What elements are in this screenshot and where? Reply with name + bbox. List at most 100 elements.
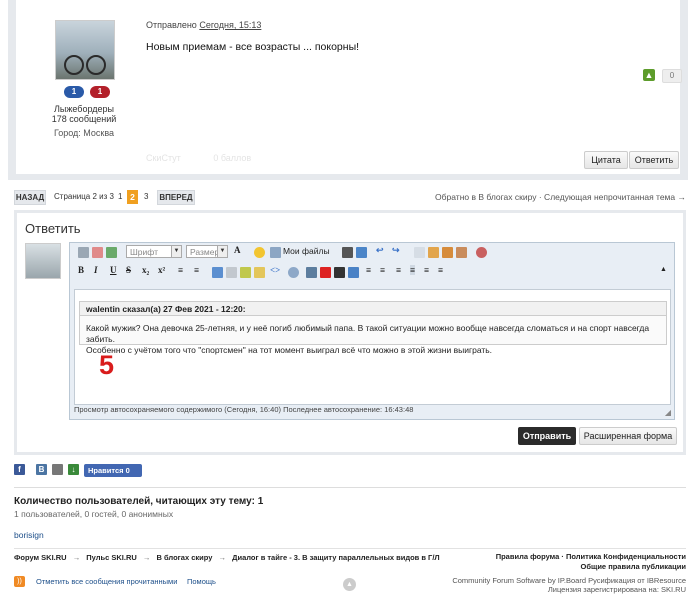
font-select[interactable]: Шрифт ▼ [126,245,182,258]
align-left-icon[interactable]: ≡ [396,265,401,275]
redo-icon[interactable]: ↪ [392,245,400,256]
chevron-down-icon: ▼ [217,246,227,257]
align-center-icon[interactable]: ≡ [410,265,416,275]
copyright: Community Forum Software by IP.Board Рус… [452,576,686,594]
author-avatar[interactable] [55,20,115,80]
facebook-like-button[interactable]: Нравится 0 [84,464,142,477]
editor-content[interactable]: walentin сказал(а) 27 Фев 2021 - 12:20: … [74,289,671,405]
toolbar-row-1: Шрифт ▼ Размер ▼ A Мои файлы ↩ ↪ [74,243,670,261]
source-icon[interactable] [78,247,89,258]
post-body: Новым приемам - все возрасты ... покорны… [146,41,360,53]
help-link[interactable]: Помощь [187,577,216,586]
email-icon[interactable] [254,267,265,278]
reply-box: Ответить Шрифт▼ Размер▼ A Мои файлы ↩ [17,213,683,452]
copy-icon[interactable] [428,247,439,258]
code-icon[interactable]: <> [270,265,280,275]
vote-up-icon[interactable]: ▲ [643,69,655,81]
toolbar-row-2: B I U S x₂ x² ≡ ≡ <> ≡ ≡ ≡ ≡ ≡ ≡ ▲ [74,263,670,281]
files-icon[interactable] [270,247,281,258]
superscript-icon[interactable]: x² [158,265,165,275]
legal-links: Правила форума · Политика Конфиденциальн… [495,552,686,571]
breadcrumb-pulse[interactable]: Пульс SKI.RU [86,553,137,562]
prev-page-button[interactable]: НАЗАД [14,190,46,205]
paste-icon[interactable] [106,247,117,258]
emoticon-icon[interactable] [254,247,265,258]
quote-icon[interactable] [288,267,299,278]
outdent-icon[interactable]: ≡ [380,265,385,275]
paste-text-icon[interactable] [442,247,453,258]
tag-icon[interactable] [356,247,367,258]
post-date-link[interactable]: Сегодня, 15:13 [199,20,261,30]
viewer-link[interactable]: borisign [14,530,44,540]
vk-icon[interactable]: B [36,464,47,475]
facebook-icon[interactable]: f [14,464,25,475]
bicycle-wheel-icon [86,55,106,75]
collapse-toolbar-icon[interactable]: ▲ [660,265,667,273]
bold-icon[interactable]: B [78,265,84,275]
breadcrumb-forum[interactable]: Форум SKI.RU [14,553,67,562]
autosave-status[interactable]: Просмотр автосохраняемого содержимого (С… [74,405,413,414]
bullet-list-icon[interactable]: ≡ [194,265,199,275]
page-info: Страница 2 из 3 [54,192,114,201]
resize-handle-icon[interactable]: ◢ [665,408,671,417]
spoiler-icon[interactable] [342,247,353,258]
reply-button[interactable]: Ответить [629,151,679,169]
post: 1 1 Лыжебордеры 178 сообщений Город: Мос… [16,0,682,174]
cut-icon[interactable] [414,247,425,258]
align-justify-icon[interactable]: ≡ [438,265,443,275]
breadcrumb-topic[interactable]: Диалог в тайге - 3. В защиту параллельны… [232,553,440,562]
youtube-icon[interactable] [320,267,331,278]
viewers-summary: 1 пользователей, 0 гостей, 0 анонимных [14,509,174,519]
image-icon[interactable] [240,267,251,278]
author-group: Лыжебордеры [54,104,114,114]
size-select[interactable]: Размер ▼ [186,245,228,258]
paste-word-icon[interactable] [456,247,467,258]
scroll-to-top-icon[interactable]: ▲ [343,578,356,591]
forum-rules-link[interactable]: Правила форума [496,552,560,561]
submit-button[interactable]: Отправить [518,427,576,445]
indent-icon[interactable]: ≡ [366,265,371,275]
italic-icon[interactable]: I [94,265,98,275]
rich-text-editor: Шрифт ▼ Размер ▼ A Мои файлы ↩ ↪ B I U S… [69,242,675,420]
text-color-icon[interactable]: A [234,245,241,255]
rank-badge-blue: 1 [64,86,84,98]
subscript-icon[interactable]: x₂ [142,265,149,275]
next-page-button[interactable]: ВПЕРЕД [157,190,195,205]
eraser-icon[interactable] [92,247,103,258]
quote-body: Какой мужик? Она девочка 25-летняя, и у … [79,315,667,355]
download-icon[interactable]: ↓ [68,464,79,475]
rank-badge-red: 1 [90,86,110,98]
bicycle-wheel-icon [64,55,84,75]
quote-button[interactable]: Цитата [584,151,628,169]
post-container: 1 1 Лыжебордеры 178 сообщений Город: Мос… [8,0,688,180]
numbered-list-icon[interactable]: ≡ [178,265,183,275]
print-icon[interactable] [52,464,63,475]
user-avatar [25,243,61,279]
page-link-1[interactable]: 1 [118,192,122,201]
strikethrough-icon[interactable]: S [126,265,131,275]
author-city: Город: Москва [53,128,115,138]
divider [14,487,686,488]
align-right-icon[interactable]: ≡ [424,265,429,275]
my-files-button[interactable]: Мои файлы [283,246,330,256]
mark-all-read-link[interactable]: Отметить все сообщения прочитанными [36,577,177,586]
page-link-3[interactable]: 3 [144,192,148,201]
breadcrumb: Форум SKI.RU → Пульс SKI.RU → В блогах с… [14,553,440,562]
advanced-form-button[interactable]: Расширенная форма [579,427,677,445]
publish-rules-link[interactable]: Общие правила публикации [581,562,686,571]
link-icon[interactable] [212,267,223,278]
privacy-link[interactable]: Политика Конфиденциальности [566,552,686,561]
unlink-icon[interactable] [226,267,237,278]
breadcrumb-blogs[interactable]: В блогах скиру [156,553,212,562]
table-icon[interactable] [334,267,345,278]
topic-navigation[interactable]: Обратно в В блогах скиру · Следующая неп… [435,192,686,202]
rss-icon[interactable]: )) [14,576,25,587]
underline-icon[interactable]: U [110,265,117,275]
author-post-count: 178 сообщений [51,114,117,124]
flash-icon[interactable] [348,267,359,278]
find-icon[interactable] [476,247,487,258]
reply-title: Ответить [25,221,81,236]
rank-badges: 1 1 [58,86,114,100]
media-icon[interactable] [306,267,317,278]
undo-icon[interactable]: ↩ [376,245,384,256]
